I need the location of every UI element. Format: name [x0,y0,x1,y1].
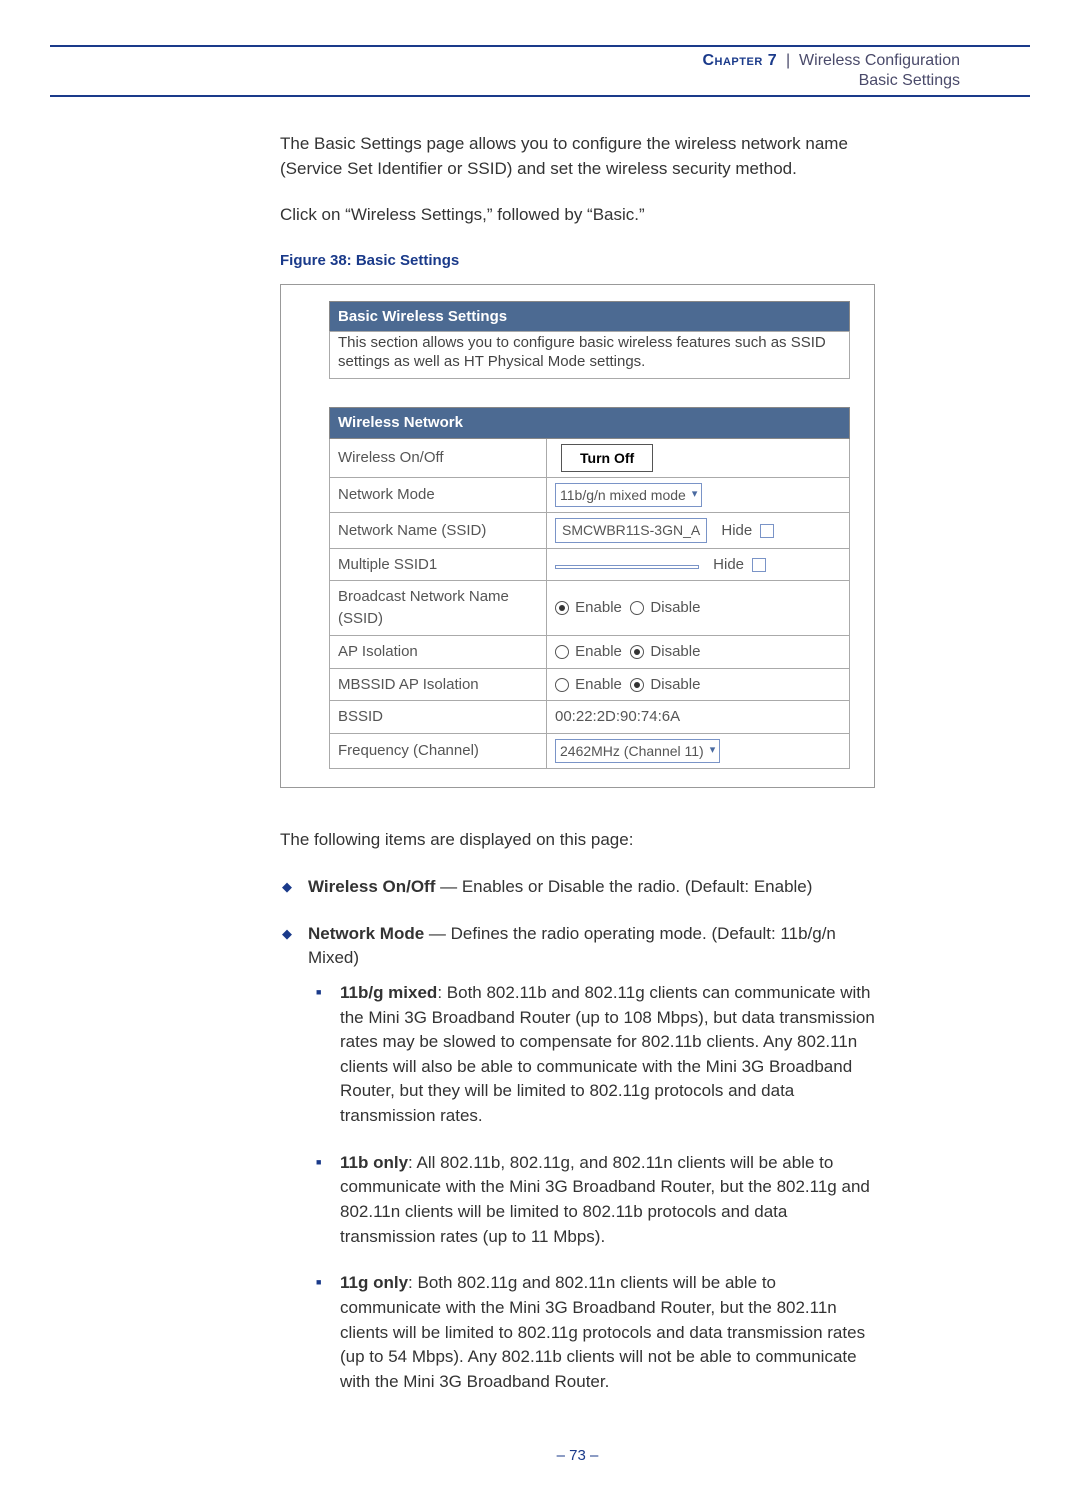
page-header: Chapter 7 | Wireless Configuration Basic… [50,45,1030,97]
list-item: 11g only: Both 802.11g and 802.11n clien… [340,1271,875,1394]
row-network-mode: Network Mode 11b/g/n mixed mode ▾ [330,477,850,512]
mbssid-enable-radio[interactable] [555,678,569,692]
table-section-header: Wireless Network [330,407,850,438]
sub-desc: : Both 802.11b and 802.11g clients can c… [340,983,875,1125]
subsection-title: Basic Settings [50,72,960,90]
row-ssid: Network Name (SSID) SMCWBR11S-3GN_A Hide [330,513,850,548]
mssid1-input[interactable] [555,565,699,569]
label-broadcast: Broadcast Network Name (SSID) [330,581,547,636]
mssid1-hide-checkbox[interactable] [752,558,766,572]
row-bssid: BSSID 00:22:2D:90:74:6A [330,701,850,734]
apiso-disable-label: Disable [650,643,700,660]
item-list: Wireless On/Off — Enables or Disable the… [280,875,875,1395]
row-ap-isolation: AP Isolation Enable Disable [330,635,850,668]
list-item: 11b only: All 802.11b, 802.11g, and 802.… [340,1151,875,1250]
list-item: 11b/g mixed: Both 802.11b and 802.11g cl… [340,981,875,1129]
mbssid-enable-label: Enable [575,676,622,693]
broadcast-enable-label: Enable [575,599,622,616]
turn-off-button[interactable]: Turn Off [561,444,653,472]
ssid-hide-label: Hide [721,522,752,539]
label-wireless-onoff: Wireless On/Off [330,438,547,477]
frequency-value: 2462MHz (Channel 11) [560,741,704,761]
figure-caption: Figure 38: Basic Settings [280,250,875,272]
apiso-disable-radio[interactable] [630,645,644,659]
ssid-input[interactable]: SMCWBR11S-3GN_A [555,518,707,542]
mbssid-disable-label: Disable [650,676,700,693]
sub-desc: : Both 802.11g and 802.11n clients will … [340,1273,865,1391]
frequency-select[interactable]: 2462MHz (Channel 11) ▾ [555,739,720,763]
panel-title: Basic Wireless Settings [329,301,850,332]
item-term: Wireless On/Off [308,877,435,896]
intro-paragraph-2: Click on “Wireless Settings,” followed b… [280,203,875,228]
network-mode-select[interactable]: 11b/g/n mixed mode ▾ [555,483,702,507]
broadcast-disable-label: Disable [650,599,700,616]
row-wireless-onoff: Wireless On/Off Turn Off [330,438,850,477]
label-network-mode: Network Mode [330,477,547,512]
row-frequency: Frequency (Channel) 2462MHz (Channel 11)… [330,734,850,769]
label-frequency: Frequency (Channel) [330,734,547,769]
sub-term: 11b only [340,1153,408,1172]
sub-item-list: 11b/g mixed: Both 802.11b and 802.11g cl… [308,981,875,1395]
page-number: – 73 – [280,1445,875,1467]
header-separator: | [786,52,790,69]
ssid-hide-checkbox[interactable] [760,524,774,538]
row-mbssid-isolation: MBSSID AP Isolation Enable Disable [330,668,850,701]
chevron-down-icon: ▾ [692,487,698,503]
chapter-label: Chapter 7 [702,52,777,69]
list-item: Network Mode — Defines the radio operati… [308,922,875,1395]
chevron-down-icon: ▾ [710,743,716,759]
sub-term: 11b/g mixed [340,983,437,1002]
body-lead: The following items are displayed on thi… [280,828,875,853]
item-desc: — Enables or Disable the radio. (Default… [435,877,812,896]
mssid1-hide-label: Hide [713,556,744,573]
broadcast-disable-radio[interactable] [630,601,644,615]
label-ssid: Network Name (SSID) [330,513,547,548]
sub-term: 11g only [340,1273,408,1292]
label-bssid: BSSID [330,701,547,734]
bssid-value: 00:22:2D:90:74:6A [547,701,850,734]
mbssid-disable-radio[interactable] [630,678,644,692]
item-term: Network Mode [308,924,424,943]
row-broadcast: Broadcast Network Name (SSID) Enable Dis… [330,581,850,636]
sub-desc: : All 802.11b, 802.11g, and 802.11n clie… [340,1153,870,1246]
label-mssid1: Multiple SSID1 [330,548,547,581]
intro-paragraph-1: The Basic Settings page allows you to co… [280,132,875,181]
figure-screenshot: Basic Wireless Settings This section all… [280,284,875,789]
list-item: Wireless On/Off — Enables or Disable the… [308,875,875,900]
section-title: Wireless Configuration [799,52,960,69]
label-ap-isolation: AP Isolation [330,635,547,668]
label-mbssid-isolation: MBSSID AP Isolation [330,668,547,701]
panel-description: This section allows you to configure bas… [329,331,850,379]
row-mssid1: Multiple SSID1 Hide [330,548,850,581]
broadcast-enable-radio[interactable] [555,601,569,615]
apiso-enable-label: Enable [575,643,622,660]
network-mode-value: 11b/g/n mixed mode [560,485,686,505]
wireless-network-table: Wireless Network Wireless On/Off Turn Of… [329,407,850,769]
apiso-enable-radio[interactable] [555,645,569,659]
